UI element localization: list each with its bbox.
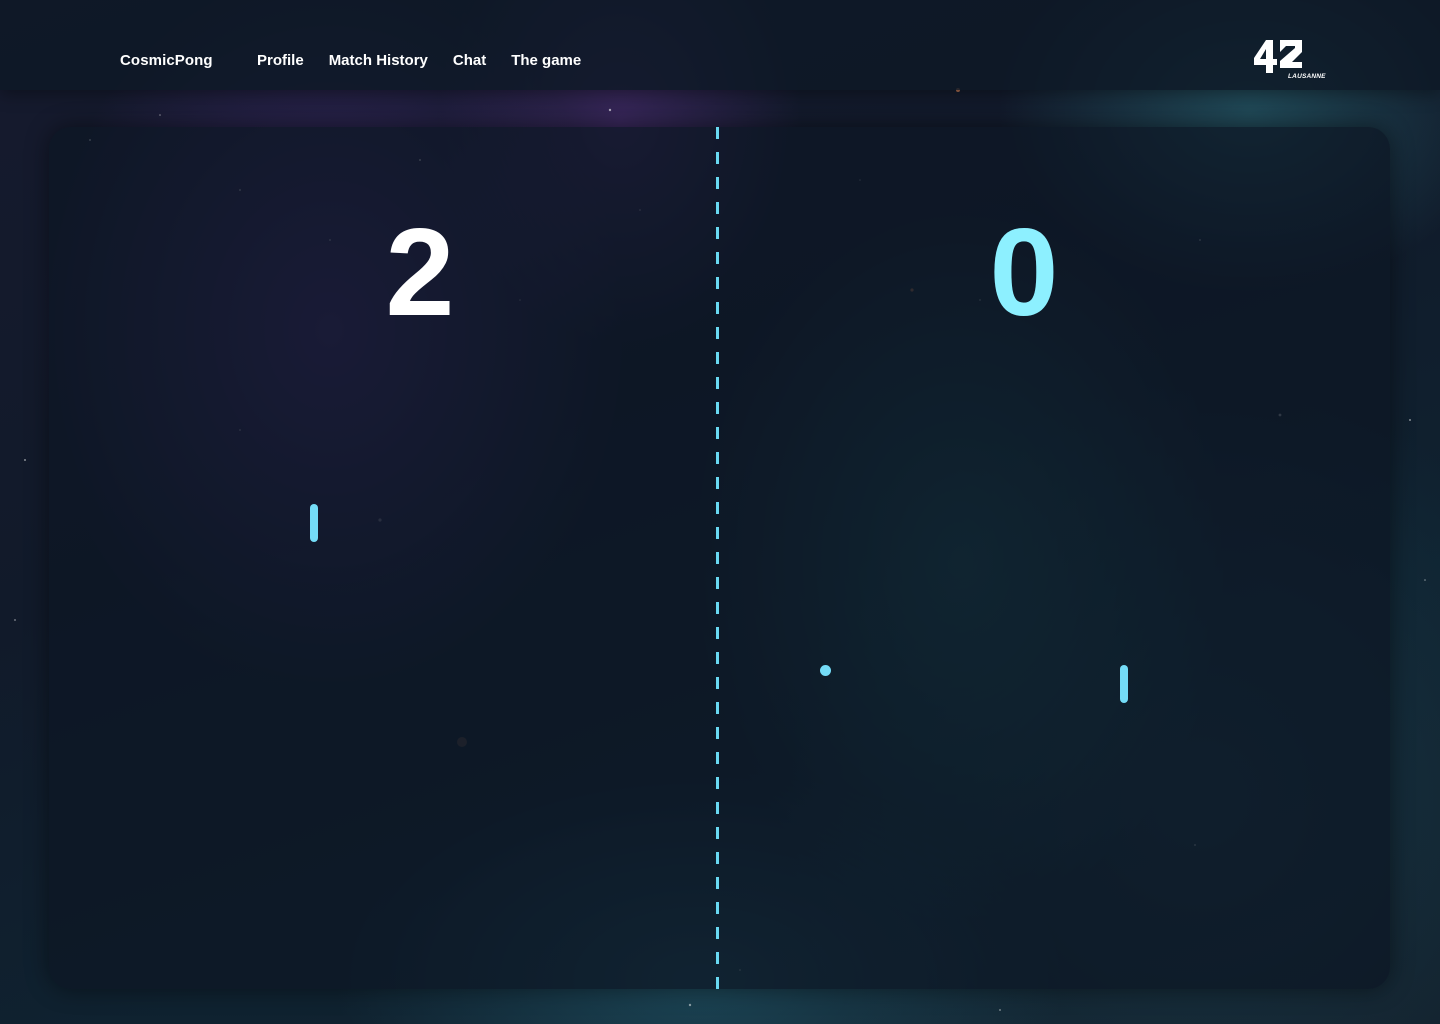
nav-link-the-game[interactable]: The game (511, 52, 581, 69)
left-paddle[interactable] (310, 504, 318, 542)
right-paddle[interactable] (1120, 665, 1128, 703)
pong-court[interactable]: 2 0 (49, 127, 1390, 989)
logo-subtitle: LAUSANNE (1288, 73, 1326, 80)
nav-link-match-history[interactable]: Match History (329, 52, 428, 69)
nav-links: Profile Match History Chat The game (257, 52, 581, 69)
top-navbar: CosmicPong Profile Match History Chat Th… (0, 0, 1440, 90)
brand-name[interactable]: CosmicPong (120, 52, 213, 69)
center-net-line (716, 127, 719, 989)
nav-link-profile[interactable]: Profile (257, 52, 304, 69)
42-lausanne-logo[interactable]: LAUSANNE (1252, 38, 1328, 84)
pong-ball (820, 665, 831, 676)
42-logo-icon (1254, 40, 1302, 73)
player-right-score: 0 (989, 204, 1059, 342)
nav-link-chat[interactable]: Chat (453, 52, 486, 69)
player-left-score: 2 (385, 204, 455, 342)
